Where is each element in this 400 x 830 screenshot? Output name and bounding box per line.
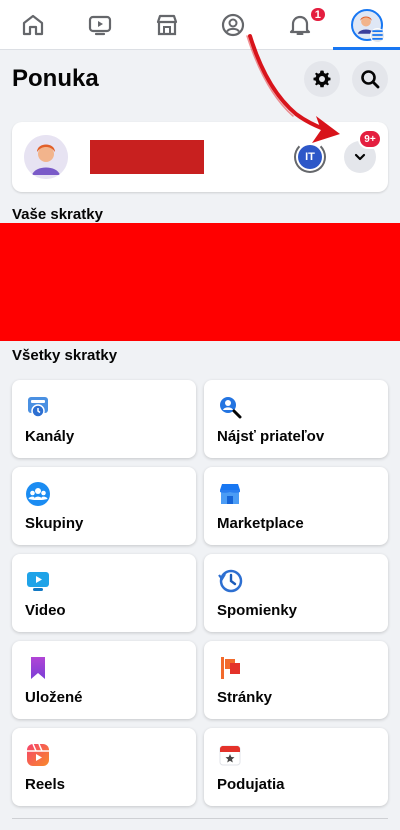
events-icon	[219, 745, 241, 766]
notification-badge: 1	[308, 6, 327, 23]
feeds-icon	[28, 397, 48, 418]
top-nav-bar: 1	[0, 0, 400, 50]
shortcut-events[interactable]: Podujatia	[204, 728, 388, 806]
shortcut-video[interactable]: Video	[12, 554, 196, 632]
video-icon	[27, 572, 49, 591]
shortcut-saved[interactable]: Uložené	[12, 641, 196, 719]
section-label-all-shortcuts: Všetky skratky	[12, 347, 118, 364]
hamburger-icon	[369, 27, 385, 43]
shortcut-label: Uložené	[25, 689, 83, 706]
search-icon	[361, 70, 380, 89]
video-icon	[88, 15, 112, 35]
marketplace-icon	[220, 484, 240, 504]
page-title: Ponuka	[12, 65, 99, 92]
tab-home[interactable]	[0, 0, 67, 49]
tab-video[interactable]	[67, 0, 134, 49]
pages-icon	[221, 657, 240, 679]
shortcut-find-friends[interactable]: Nájsť priateľov	[204, 380, 388, 458]
memories-icon	[218, 569, 243, 593]
tab-menu[interactable]	[333, 0, 400, 50]
account-switcher[interactable]: IT	[294, 141, 326, 173]
tab-marketplace[interactable]	[133, 0, 200, 49]
shortcut-label: Skupiny	[25, 515, 84, 532]
redacted-name	[90, 140, 204, 174]
shortcut-label: Video	[25, 602, 66, 619]
find-friends-icon	[220, 397, 242, 419]
home-icon	[23, 14, 44, 35]
shortcut-label: Nájsť priateľov	[217, 428, 325, 445]
page-header: Ponuka	[12, 60, 388, 98]
notification-badge: 9+	[358, 129, 382, 149]
shortcut-memories[interactable]: Spomienky	[204, 554, 388, 632]
redacted-shortcuts	[0, 223, 400, 341]
shortcut-pages[interactable]: Stránky	[204, 641, 388, 719]
shortcut-label: Marketplace	[217, 515, 304, 532]
switch-icon	[294, 141, 326, 173]
settings-button[interactable]	[304, 61, 340, 97]
avatar[interactable]	[24, 135, 68, 179]
search-button[interactable]	[352, 61, 388, 97]
divider	[12, 818, 388, 819]
reels-icon	[27, 743, 49, 766]
gear-icon	[313, 70, 331, 88]
profile-card[interactable]: IT 9+	[12, 122, 388, 192]
section-label-your-shortcuts: Vaše skratky	[12, 206, 103, 223]
shortcut-feeds[interactable]: Kanály	[12, 380, 196, 458]
chevron-down-icon	[354, 153, 366, 161]
shortcut-label: Reels	[25, 776, 66, 793]
groups-icon	[26, 482, 50, 506]
shortcuts-grid: Kanály Nájsť priateľov Skupiny Marketpla…	[12, 380, 388, 806]
saved-icon	[31, 657, 45, 679]
profile-icon	[222, 13, 245, 36]
avatar	[350, 8, 385, 43]
user-avatar-icon	[24, 135, 68, 179]
marketplace-icon	[156, 14, 177, 35]
shortcut-marketplace[interactable]: Marketplace	[204, 467, 388, 545]
shortcut-label: Kanály	[25, 428, 75, 445]
shortcut-label: Podujatia	[217, 776, 285, 793]
shortcut-reels[interactable]: Reels	[12, 728, 196, 806]
tab-notifications[interactable]: 1	[267, 0, 334, 49]
expand-accounts-button[interactable]: 9+	[344, 129, 382, 173]
tab-profile[interactable]	[200, 0, 267, 49]
shortcut-label: Spomienky	[217, 602, 298, 619]
shortcut-groups[interactable]: Skupiny	[12, 467, 196, 545]
shortcut-label: Stránky	[217, 689, 273, 706]
